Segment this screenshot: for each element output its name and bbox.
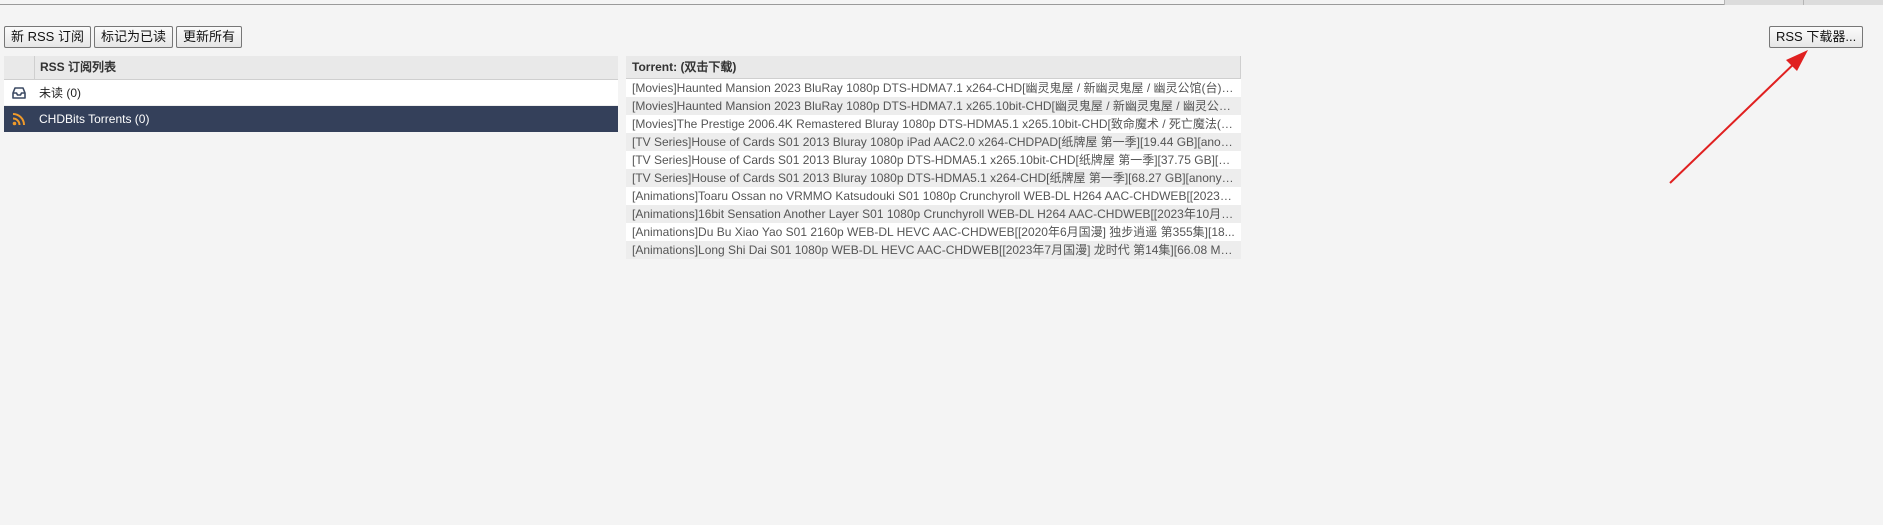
- update-all-button[interactable]: 更新所有: [175, 26, 242, 48]
- torrent-row[interactable]: [Animations]16bit Sensation Another Laye…: [626, 205, 1241, 223]
- rss-downloader-button[interactable]: RSS 下载器...: [1769, 26, 1864, 48]
- feed-list-panel: RSS 订阅列表 未读 (0) CHDBits Torrents (0): [4, 56, 618, 132]
- new-feed-button[interactable]: 新 RSS 订阅: [4, 26, 91, 48]
- feed-list-header: RSS 订阅列表: [4, 56, 618, 80]
- top-tab-strip[interactable]: [1724, 0, 1883, 5]
- torrent-row[interactable]: [Movies]Haunted Mansion 2023 BluRay 1080…: [626, 79, 1241, 97]
- rss-icon: [4, 112, 34, 126]
- torrent-row[interactable]: [Animations]Du Bu Xiao Yao S01 2160p WEB…: [626, 223, 1241, 241]
- rss-toolbar: 新 RSS 订阅 标记为已读 更新所有: [4, 26, 242, 48]
- feed-item-unread[interactable]: 未读 (0): [4, 80, 618, 106]
- torrent-list-header[interactable]: Torrent: (双击下载): [626, 56, 1241, 79]
- torrent-row[interactable]: [TV Series]House of Cards S01 2013 Blura…: [626, 133, 1241, 151]
- torrent-row[interactable]: [Movies]Haunted Mansion 2023 BluRay 1080…: [626, 97, 1241, 115]
- torrent-row[interactable]: [TV Series]House of Cards S01 2013 Blura…: [626, 151, 1241, 169]
- feed-icon-column-header[interactable]: [4, 56, 35, 79]
- torrent-row[interactable]: [Animations]Toaru Ossan no VRMMO Katsudo…: [626, 187, 1241, 205]
- feed-item-label: 未读 (0): [39, 86, 82, 100]
- window-top-edge: [0, 0, 1883, 5]
- mark-read-button[interactable]: 标记为已读: [93, 26, 173, 48]
- torrent-list-panel: Torrent: (双击下载) [Movies]Haunted Mansion …: [626, 56, 1241, 259]
- torrent-row[interactable]: [Movies]The Prestige 2006.4K Remastered …: [626, 115, 1241, 133]
- torrent-row[interactable]: [Animations]Long Shi Dai S01 1080p WEB-D…: [626, 241, 1241, 259]
- feed-list-title[interactable]: RSS 订阅列表: [35, 56, 116, 79]
- feed-item-chdbits[interactable]: CHDBits Torrents (0): [4, 106, 618, 132]
- feed-item-label: CHDBits Torrents (0): [39, 112, 150, 126]
- torrent-row[interactable]: [TV Series]House of Cards S01 2013 Blura…: [626, 169, 1241, 187]
- inbox-icon: [4, 86, 34, 99]
